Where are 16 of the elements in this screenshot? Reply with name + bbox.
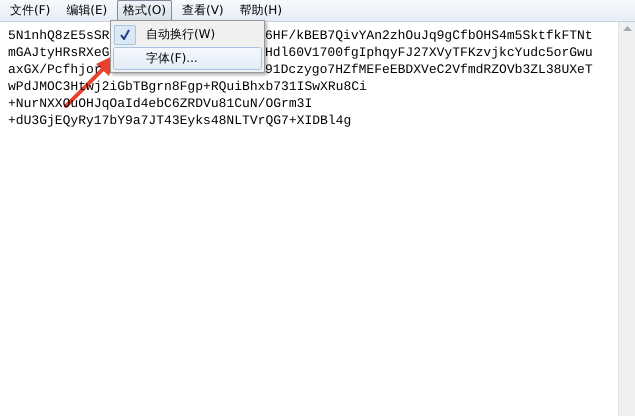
- text-line: mGAJtyHRsRXeG: [8, 45, 110, 60]
- scroll-up-icon: [622, 25, 632, 31]
- text-line: 5N1nhQ8zE5sSR: [8, 28, 110, 43]
- menu-item[interactable]: 帮助(H): [234, 0, 288, 21]
- menu-option[interactable]: 字体(F)...: [113, 47, 262, 70]
- menu-item[interactable]: 编辑(E): [60, 0, 114, 21]
- text-line: +dU3GjEQyRy17bY9a7JT43Eyks48NLTVrQG7+XIDBl4g: [8, 112, 352, 129]
- scrollbar[interactable]: [618, 22, 635, 416]
- menu-item[interactable]: 查看(V): [176, 0, 230, 21]
- menu-item[interactable]: 格式(O): [117, 0, 172, 21]
- text-line: 6HF/kBEB7QivYAn2zhOuJq9gCfbOHS4m5SktfkFTNt: [265, 27, 593, 44]
- text-line: 91Dczygo7HZfMEFeEBDXVeC2VfmdRZOVb3ZL38UXeT: [265, 61, 593, 78]
- text-line: axGX/Pcfhjor: [8, 62, 102, 77]
- text-line: Hdl60V1700fgIphqyFJ27XVyTFKzvjkcYudc5orGwu: [265, 44, 593, 61]
- menu-item[interactable]: 文件(F): [4, 0, 56, 21]
- menu-option[interactable]: 自动换行(W): [113, 23, 262, 46]
